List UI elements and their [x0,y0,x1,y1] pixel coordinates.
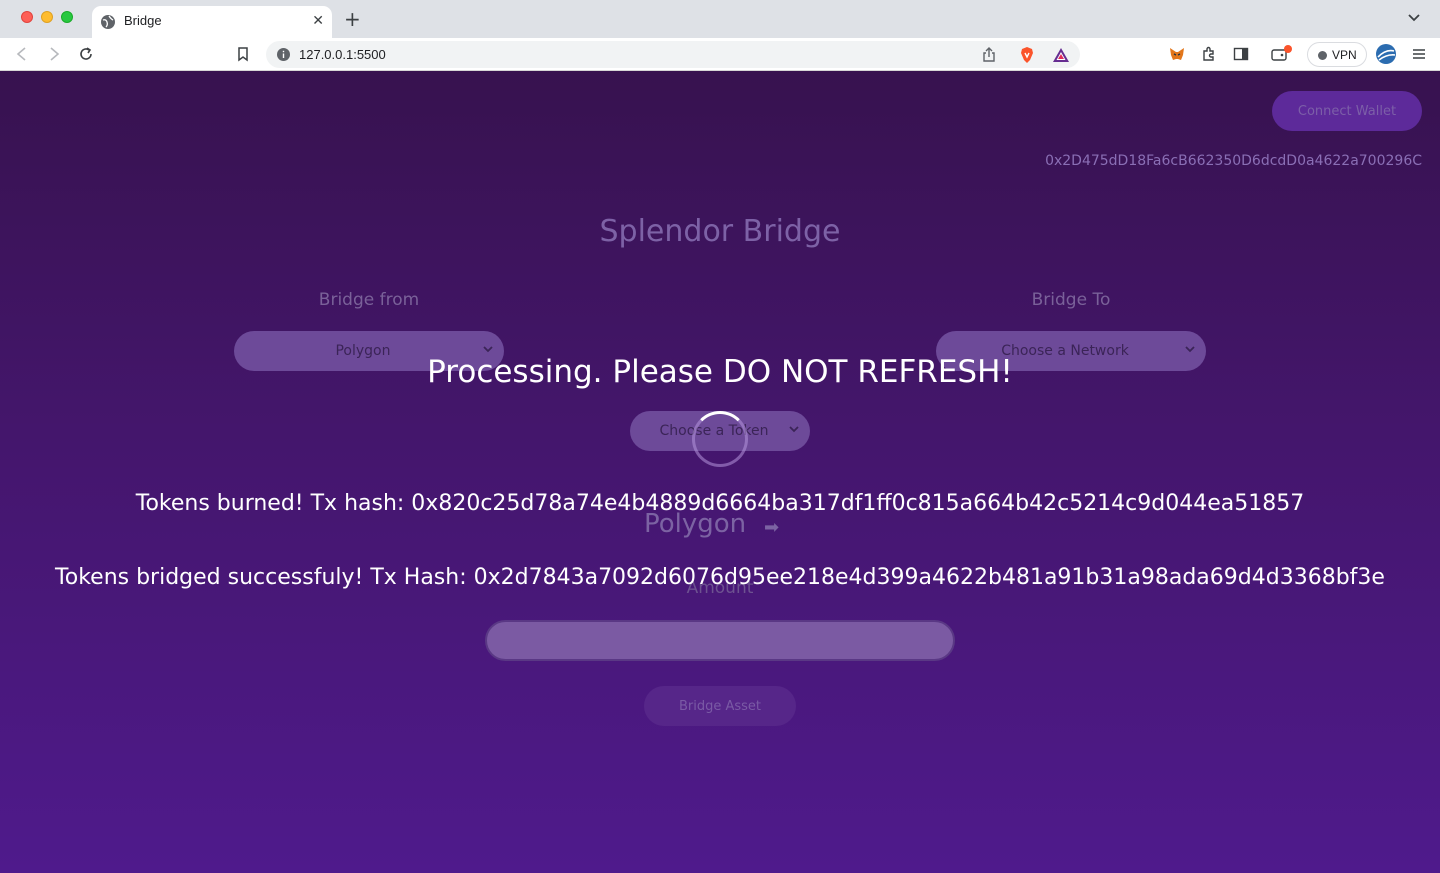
globe-icon [101,15,115,29]
metamask-icon[interactable] [1168,45,1186,63]
vpn-button[interactable]: VPN [1307,42,1367,67]
vpn-label: VPN [1332,48,1357,62]
browser-tabbar: Bridge ✕ + [0,0,1440,38]
minimize-window-button[interactable] [41,11,53,23]
browser-tab[interactable]: Bridge ✕ [92,6,332,38]
burn-tx-message: Tokens burned! Tx hash: 0x820c25d78a74e4… [135,491,1305,516]
processing-message: Processing. Please DO NOT REFRESH! [427,354,1013,390]
tab-close-icon[interactable]: ✕ [312,13,324,29]
processing-overlay: Processing. Please DO NOT REFRESH! Token… [0,71,1440,873]
url-text: 127.0.0.1:5500 [299,47,386,62]
loading-spinner-icon [692,411,748,467]
maximize-window-button[interactable] [61,11,73,23]
profile-avatar-icon[interactable] [1375,43,1397,65]
page-viewport: Connect Wallet 0x2D475dD18Fa6cB662350D6d… [0,71,1440,873]
vpn-status-icon [1318,51,1327,60]
sidebar-icon[interactable] [1232,45,1250,63]
tab-title: Bridge [124,13,162,28]
reload-icon[interactable] [77,45,95,63]
chevron-down-icon[interactable] [1406,9,1422,25]
back-icon[interactable] [13,45,31,63]
brave-rewards-icon[interactable] [1052,46,1070,64]
menu-icon[interactable] [1410,45,1428,63]
forward-icon[interactable] [45,45,63,63]
brave-shields-icon[interactable] [1018,46,1036,64]
browser-toolbar: 127.0.0.1:5500 VPN [0,38,1440,71]
site-info-icon[interactable] [276,47,291,62]
new-tab-button[interactable]: + [344,7,361,31]
extensions-icon[interactable] [1200,45,1218,63]
bookmark-icon[interactable] [234,45,252,63]
address-bar[interactable]: 127.0.0.1:5500 [266,41,1080,68]
close-window-button[interactable] [21,11,33,23]
share-icon[interactable] [980,46,998,64]
wallet-icon[interactable] [1270,45,1294,63]
bridge-tx-message: Tokens bridged successfuly! Tx Hash: 0x2… [55,565,1385,590]
